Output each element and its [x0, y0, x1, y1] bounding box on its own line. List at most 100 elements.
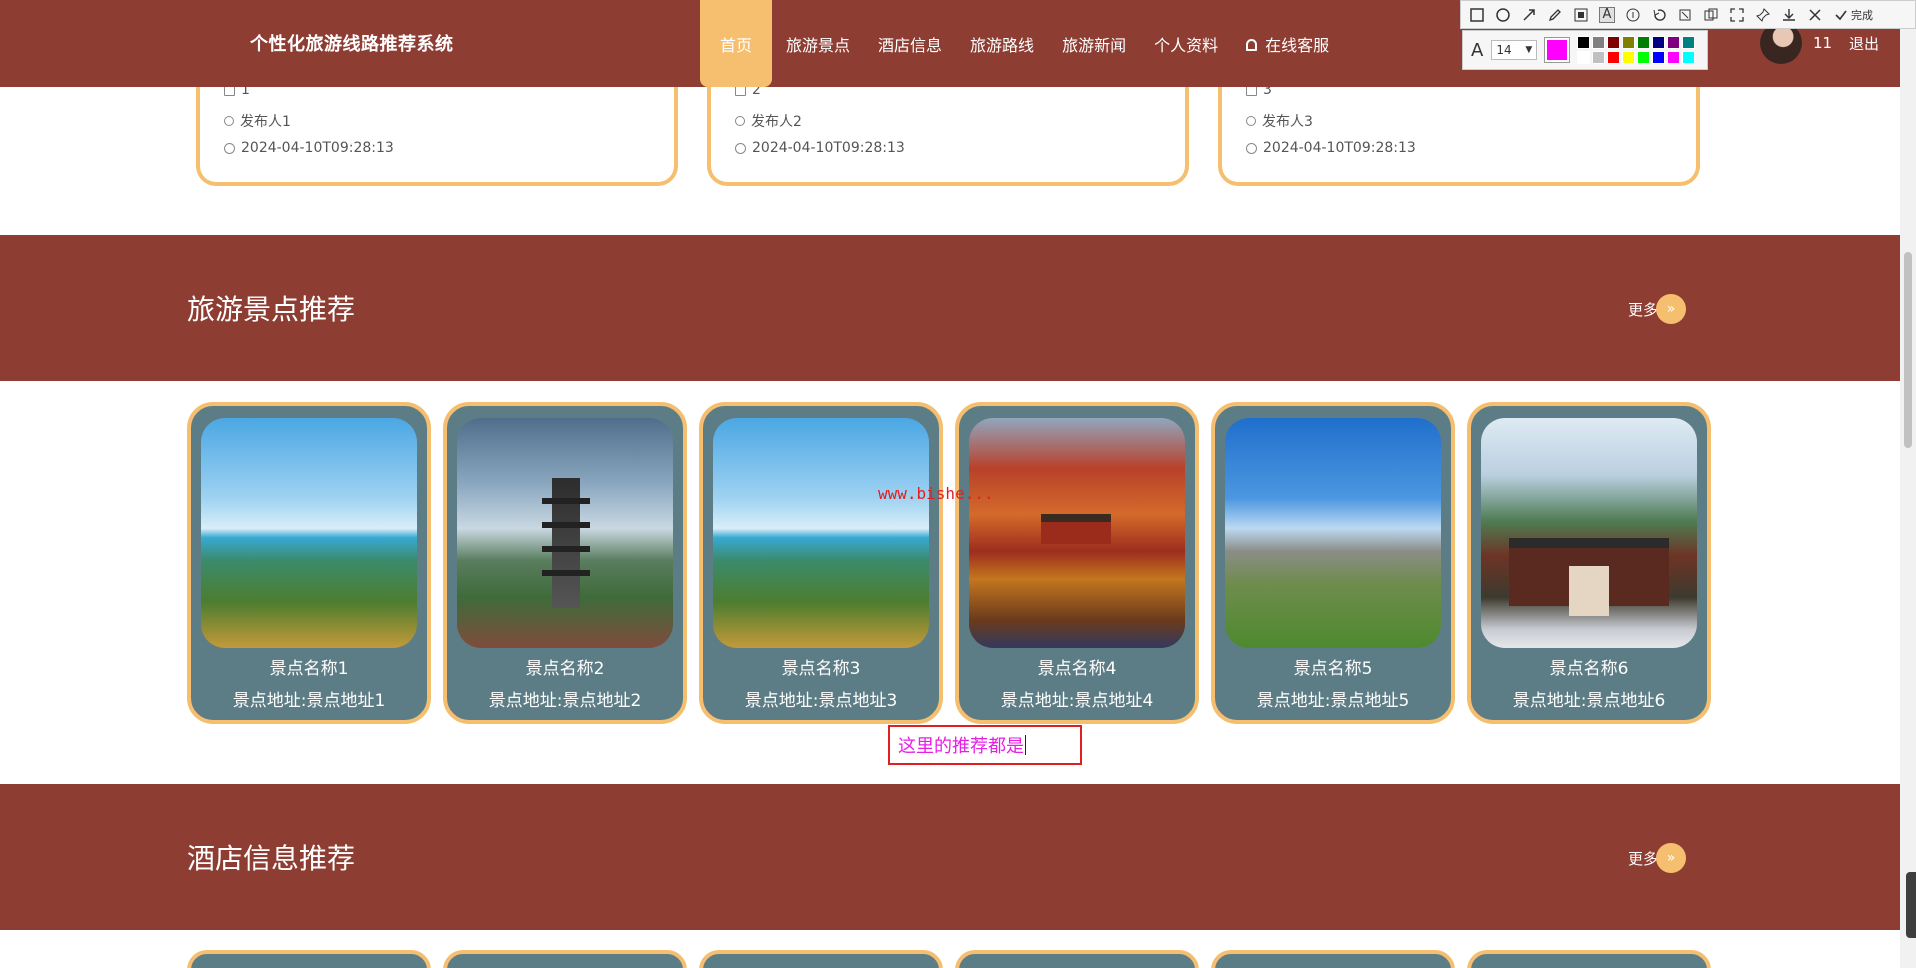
color-swatch[interactable] [1607, 36, 1621, 49]
nav-home[interactable]: 首页 [700, 0, 773, 87]
done-check-icon [1833, 7, 1849, 23]
color-swatch[interactable] [1592, 51, 1606, 64]
text-icon[interactable]: A [1599, 6, 1615, 23]
color-swatch[interactable] [1592, 36, 1606, 49]
scenic-image [1225, 418, 1441, 648]
news-time-value: 2024-04-10T09:28:13 [241, 140, 394, 156]
arrow-icon[interactable] [1521, 7, 1537, 23]
scrollbar-thumb[interactable] [1904, 252, 1912, 448]
color-swatch[interactable] [1622, 51, 1636, 64]
hotel-card[interactable] [1211, 950, 1455, 968]
logout-link[interactable]: 退出 [1849, 33, 1879, 54]
hotel-card[interactable] [955, 950, 1199, 968]
pin-icon[interactable] [1677, 7, 1693, 23]
text-caret [1025, 735, 1026, 755]
current-color-swatch[interactable] [1544, 37, 1571, 63]
scenic-card[interactable]: 景点名称5 景点地址:景点地址5 [1211, 402, 1455, 724]
news-time: 2024-04-10T09:28:13 [224, 140, 394, 156]
pencil-icon[interactable] [1547, 7, 1563, 23]
user-icon [224, 116, 234, 126]
font-size-value: 14 [1496, 43, 1512, 57]
scenic-name: 景点名称2 [525, 659, 605, 679]
news-publisher-value: 发布人3 [1262, 114, 1313, 130]
user-icon [1246, 116, 1256, 126]
color-swatch[interactable] [1577, 51, 1591, 64]
double-chevron-right-icon: » [1656, 843, 1687, 873]
color-swatch[interactable] [1622, 36, 1636, 49]
ellipse-icon[interactable] [1495, 7, 1511, 23]
font-size-select[interactable]: 14 ▼ [1491, 40, 1538, 60]
hotel-card[interactable] [443, 950, 687, 968]
nav-route[interactable]: 旅游路线 [956, 0, 1048, 87]
rectangle-icon[interactable] [1469, 7, 1485, 23]
copy-icon[interactable] [1703, 7, 1719, 23]
color-swatch[interactable] [1637, 51, 1651, 64]
hotel-more-button[interactable]: 更多 » [1628, 843, 1687, 873]
annotation-toolbar: A 完成 [1460, 0, 1916, 29]
scenic-image [969, 418, 1185, 648]
scenic-name: 景点名称6 [1549, 659, 1629, 679]
done-button[interactable]: 完成 [1851, 7, 1873, 23]
scenic-image [201, 418, 417, 648]
scenic-image [1481, 418, 1697, 648]
nav-news[interactable]: 旅游新闻 [1048, 0, 1140, 87]
scenic-card[interactable]: 景点名称6 景点地址:景点地址6 [1467, 402, 1711, 724]
news-card[interactable]: 1 发布人1 2024-04-10T09:28:13 [196, 70, 678, 186]
site-title: 个性化旅游线路推荐系统 [250, 34, 454, 55]
nav-hotel[interactable]: 酒店信息 [864, 0, 956, 87]
clock-icon [735, 142, 746, 154]
color-swatch[interactable] [1682, 51, 1696, 64]
color-swatch[interactable] [1682, 36, 1696, 49]
color-swatch[interactable] [1637, 36, 1651, 49]
side-panel-handle[interactable] [1906, 872, 1916, 938]
news-time: 2024-04-10T09:28:13 [735, 140, 905, 156]
mosaic-icon[interactable] [1573, 7, 1589, 23]
scenic-name: 景点名称5 [1293, 659, 1373, 679]
color-swatch[interactable] [1652, 36, 1666, 49]
main-nav: 首页 旅游景点 酒店信息 旅游路线 旅游新闻 个人资料 在线客服 [700, 0, 1343, 87]
news-publisher: 发布人1 [224, 111, 291, 131]
color-swatch[interactable] [1652, 51, 1666, 64]
color-swatch[interactable] [1667, 36, 1681, 49]
nav-profile[interactable]: 个人资料 [1140, 0, 1232, 87]
scenic-card[interactable]: 景点名称4 景点地址:景点地址4 [955, 402, 1199, 724]
annotation-text-box[interactable]: 这里的推荐都是 [888, 725, 1082, 765]
news-card[interactable]: 2 发布人2 2024-04-10T09:28:13 [707, 70, 1189, 186]
hotel-section-header: 酒店信息推荐 更多 » [0, 784, 1900, 930]
news-time: 2024-04-10T09:28:13 [1246, 140, 1416, 156]
watermark-text: www.bishe... [878, 484, 994, 503]
pin2-icon[interactable] [1755, 7, 1771, 23]
scenic-card[interactable]: 景点名称1 景点地址:景点地址1 [187, 402, 431, 724]
scenic-address: 景点地址:景点地址6 [1512, 691, 1666, 711]
hotel-card[interactable] [699, 950, 943, 968]
color-swatch[interactable] [1607, 51, 1621, 64]
news-card[interactable]: 3 发布人3 2024-04-10T09:28:13 [1218, 70, 1700, 186]
scenic-card[interactable]: 景点名称3 景点地址:景点地址3 [699, 402, 943, 724]
color-swatch[interactable] [1577, 36, 1591, 49]
nav-service[interactable]: 在线客服 [1232, 0, 1343, 87]
news-time-value: 2024-04-10T09:28:13 [752, 140, 905, 156]
news-time-value: 2024-04-10T09:28:13 [1263, 140, 1416, 156]
close-icon[interactable] [1807, 7, 1823, 23]
undo-icon[interactable] [1651, 7, 1667, 23]
scenic-more-button[interactable]: 更多 » [1628, 294, 1687, 324]
hotel-section-title: 酒店信息推荐 [187, 842, 356, 875]
number-icon[interactable] [1625, 7, 1641, 23]
double-chevron-right-icon: » [1656, 294, 1687, 324]
scenic-card[interactable]: 景点名称2 景点地址:景点地址2 [443, 402, 687, 724]
download-icon[interactable] [1781, 7, 1797, 23]
color-swatch[interactable] [1667, 51, 1681, 64]
scenic-address: 景点地址:景点地址4 [1000, 691, 1154, 711]
scenic-section-title: 旅游景点推荐 [187, 293, 356, 326]
fullscreen-icon[interactable] [1729, 7, 1745, 23]
hotel-card[interactable] [187, 950, 431, 968]
pagoda-shape [542, 478, 590, 608]
hotel-card[interactable] [1467, 950, 1711, 968]
chevron-down-icon: ▼ [1525, 45, 1533, 55]
clock-icon [1246, 142, 1257, 154]
nav-scenic[interactable]: 旅游景点 [772, 0, 864, 87]
annotation-text: 这里的推荐都是 [898, 736, 1024, 757]
scenic-address: 景点地址:景点地址1 [232, 691, 386, 711]
vertical-scrollbar[interactable] [1900, 0, 1916, 968]
user-icon [735, 116, 745, 126]
